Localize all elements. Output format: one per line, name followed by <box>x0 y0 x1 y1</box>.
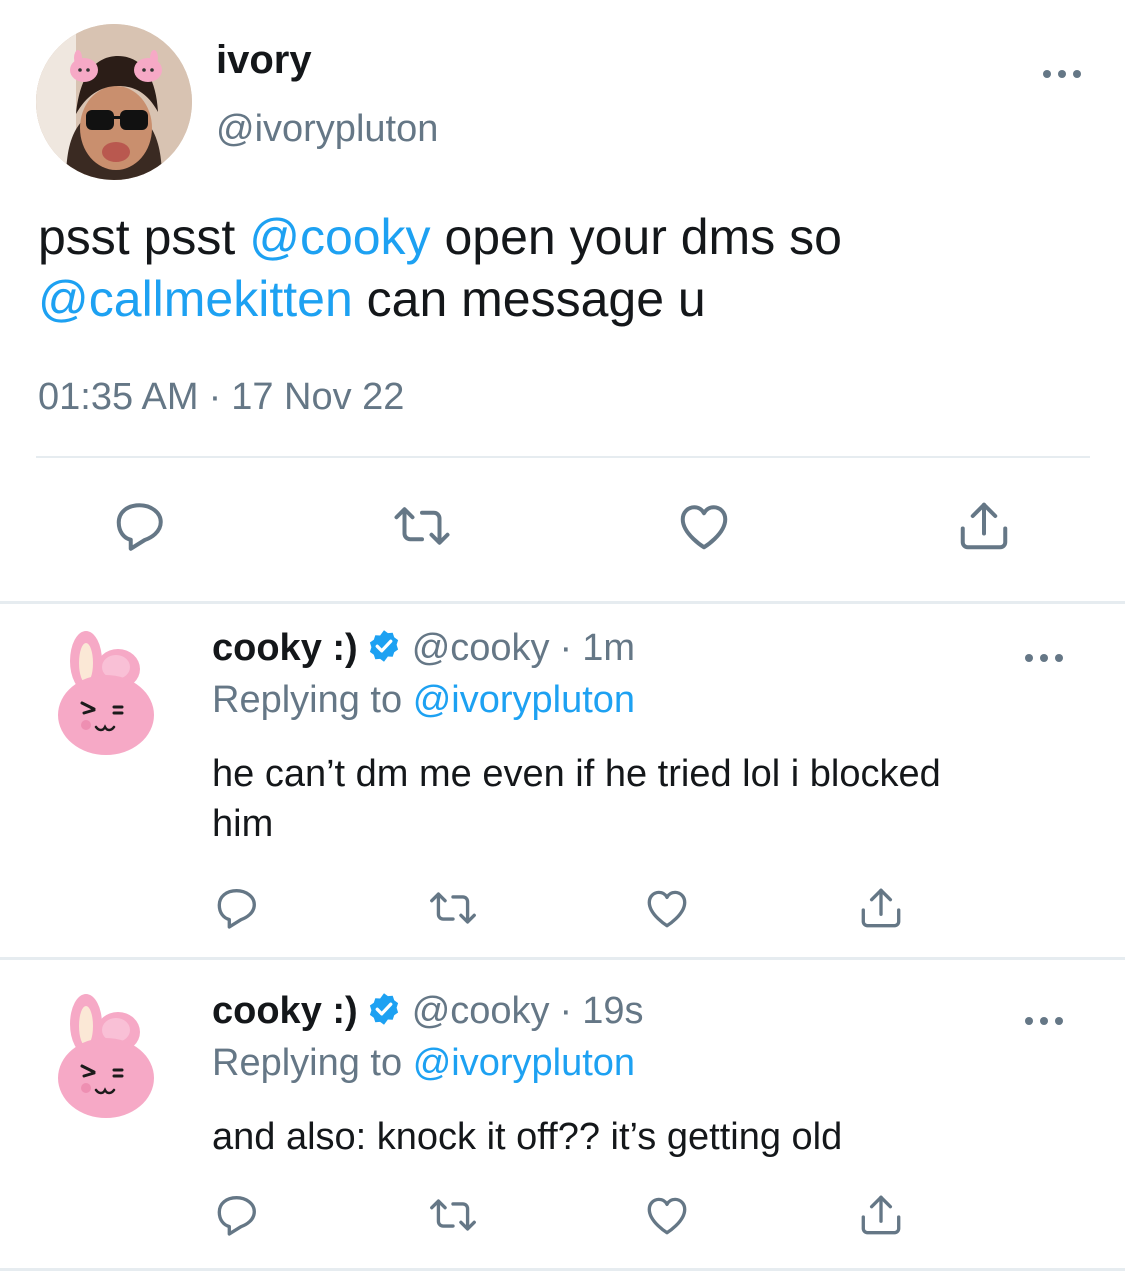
retweet-icon[interactable] <box>392 496 452 556</box>
tweet-time: 01:35 AM <box>38 376 199 418</box>
retweet-icon[interactable] <box>428 1190 478 1240</box>
share-icon[interactable] <box>856 883 906 933</box>
display-name[interactable]: ivory <box>216 38 312 83</box>
share-icon[interactable] <box>954 496 1014 556</box>
tweet-timestamp[interactable]: 01:35 AM · 17 Nov 22 <box>38 376 404 419</box>
reply-age: 1m <box>582 627 635 669</box>
tweet-date: 17 Nov 22 <box>231 376 405 418</box>
pink-bunny-avatar[interactable] <box>52 994 160 1124</box>
divider <box>36 456 1090 458</box>
tweet-text-segment: open your dms so <box>430 209 842 265</box>
like-icon[interactable] <box>674 496 734 556</box>
reply-text: and also: knock it off?? it’s getting ol… <box>212 1116 843 1158</box>
user-handle[interactable]: @ivorypluton <box>216 108 438 151</box>
reply-actions <box>0 883 1125 943</box>
main-tweet: ivory @ivorypluton psst psst @cooky open… <box>0 0 1125 603</box>
reply-display-name[interactable]: cooky :) <box>212 627 358 669</box>
mention-link-cooky[interactable]: @cooky <box>249 209 430 265</box>
replying-to-handle[interactable]: @ivorypluton <box>413 1042 635 1084</box>
verified-badge-icon <box>366 628 402 664</box>
reply-icon[interactable] <box>212 1190 262 1240</box>
reply-handle[interactable]: @cooky <box>412 627 550 669</box>
share-icon[interactable] <box>856 1190 906 1240</box>
reply-icon[interactable] <box>212 883 262 933</box>
divider <box>0 601 1125 604</box>
more-dots-icon[interactable] <box>1040 56 1084 92</box>
reply-header: cooky :) @cooky · 19s <box>212 990 643 1033</box>
tweet-text-segment: can message u <box>352 271 706 327</box>
verified-badge-icon <box>366 991 402 1027</box>
more-dots-icon[interactable] <box>1022 1006 1066 1036</box>
reply-header: cooky :) @cooky · 1m <box>212 627 635 670</box>
reply-tweet[interactable]: cooky :) @cooky · 1m Replying to @ivoryplut… <box>0 605 1125 955</box>
more-dots-icon[interactable] <box>1022 643 1066 673</box>
reply-tweet[interactable]: cooky :) @cooky · 19s Replying to @ivoryplu… <box>0 968 1125 1268</box>
reply-icon[interactable] <box>110 496 170 556</box>
user-avatar[interactable] <box>36 24 192 180</box>
retweet-icon[interactable] <box>428 883 478 933</box>
separator-dot: · <box>559 627 573 669</box>
mention-link-callmekitten[interactable]: @callmekitten <box>38 271 353 327</box>
tweet-actions <box>0 496 1125 566</box>
replying-to: Replying to @ivorypluton <box>212 1042 635 1085</box>
replying-to-handle[interactable]: @ivorypluton <box>413 679 635 721</box>
reply-text: he can’t dm me even if he tried lol i bl… <box>212 753 941 845</box>
replying-to: Replying to @ivorypluton <box>212 679 635 722</box>
like-icon[interactable] <box>642 1190 692 1240</box>
tweet-text: psst psst @cooky open your dms so @callm… <box>38 206 1088 330</box>
replying-to-label: Replying to <box>212 1042 403 1084</box>
reply-age: 19s <box>582 990 644 1032</box>
divider <box>0 957 1125 960</box>
reply-actions <box>0 1190 1125 1250</box>
like-icon[interactable] <box>642 883 692 933</box>
separator-dot: · <box>208 376 222 418</box>
replying-to-label: Replying to <box>212 679 403 721</box>
divider <box>0 1268 1125 1271</box>
reply-handle[interactable]: @cooky <box>412 990 550 1032</box>
user-avatar-photo <box>36 24 192 180</box>
separator-dot: · <box>559 990 573 1032</box>
pink-bunny-avatar[interactable] <box>52 631 160 761</box>
reply-display-name[interactable]: cooky :) <box>212 990 358 1032</box>
tweet-text-segment: psst psst <box>38 209 250 265</box>
